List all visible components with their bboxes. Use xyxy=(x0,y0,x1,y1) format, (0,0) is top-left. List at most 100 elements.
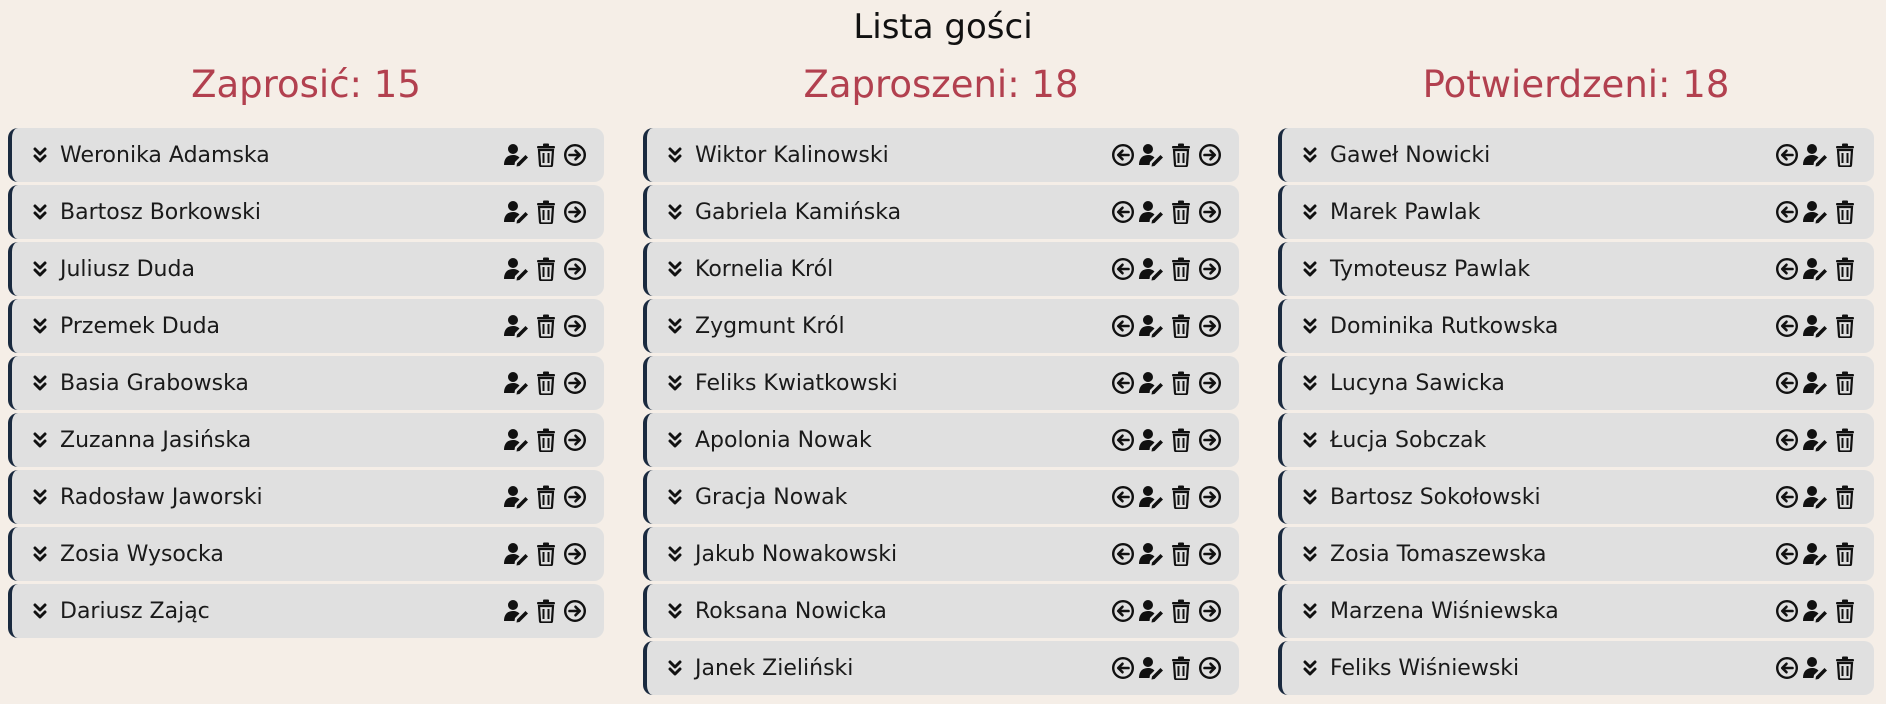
edit-guest-button[interactable] xyxy=(1139,484,1165,510)
move-back-button[interactable] xyxy=(1774,655,1800,681)
chevrons-down-icon[interactable] xyxy=(1300,543,1320,565)
edit-guest-button[interactable] xyxy=(504,370,530,396)
move-back-button[interactable] xyxy=(1774,541,1800,567)
edit-guest-button[interactable] xyxy=(1139,313,1165,339)
chevrons-down-icon[interactable] xyxy=(1300,315,1320,337)
delete-guest-button[interactable] xyxy=(1832,598,1858,624)
chevrons-down-icon[interactable] xyxy=(30,144,50,166)
edit-guest-button[interactable] xyxy=(1139,655,1165,681)
move-back-button[interactable] xyxy=(1110,256,1136,282)
chevrons-down-icon[interactable] xyxy=(665,657,685,679)
edit-guest-button[interactable] xyxy=(504,199,530,225)
edit-guest-button[interactable] xyxy=(504,598,530,624)
chevrons-down-icon[interactable] xyxy=(665,429,685,451)
delete-guest-button[interactable] xyxy=(1832,256,1858,282)
chevrons-down-icon[interactable] xyxy=(665,258,685,280)
move-forward-button[interactable] xyxy=(1197,256,1223,282)
delete-guest-button[interactable] xyxy=(1168,313,1194,339)
move-back-button[interactable] xyxy=(1774,142,1800,168)
move-back-button[interactable] xyxy=(1774,370,1800,396)
chevrons-down-icon[interactable] xyxy=(1300,258,1320,280)
move-back-button[interactable] xyxy=(1774,598,1800,624)
chevrons-down-icon[interactable] xyxy=(30,429,50,451)
edit-guest-button[interactable] xyxy=(1803,484,1829,510)
chevrons-down-icon[interactable] xyxy=(30,201,50,223)
move-forward-button[interactable] xyxy=(1197,142,1223,168)
chevrons-down-icon[interactable] xyxy=(665,600,685,622)
delete-guest-button[interactable] xyxy=(1168,655,1194,681)
delete-guest-button[interactable] xyxy=(1832,199,1858,225)
move-forward-button[interactable] xyxy=(1197,427,1223,453)
move-forward-button[interactable] xyxy=(562,313,588,339)
edit-guest-button[interactable] xyxy=(1803,598,1829,624)
delete-guest-button[interactable] xyxy=(533,484,559,510)
chevrons-down-icon[interactable] xyxy=(30,543,50,565)
move-back-button[interactable] xyxy=(1110,655,1136,681)
edit-guest-button[interactable] xyxy=(1803,199,1829,225)
edit-guest-button[interactable] xyxy=(1139,541,1165,567)
move-forward-button[interactable] xyxy=(562,199,588,225)
move-back-button[interactable] xyxy=(1774,256,1800,282)
move-back-button[interactable] xyxy=(1110,541,1136,567)
delete-guest-button[interactable] xyxy=(1832,484,1858,510)
delete-guest-button[interactable] xyxy=(533,142,559,168)
delete-guest-button[interactable] xyxy=(1168,256,1194,282)
chevrons-down-icon[interactable] xyxy=(30,486,50,508)
delete-guest-button[interactable] xyxy=(1832,541,1858,567)
edit-guest-button[interactable] xyxy=(1139,370,1165,396)
chevrons-down-icon[interactable] xyxy=(665,486,685,508)
edit-guest-button[interactable] xyxy=(504,427,530,453)
delete-guest-button[interactable] xyxy=(533,370,559,396)
chevrons-down-icon[interactable] xyxy=(1300,372,1320,394)
edit-guest-button[interactable] xyxy=(1139,427,1165,453)
delete-guest-button[interactable] xyxy=(1168,598,1194,624)
move-back-button[interactable] xyxy=(1110,142,1136,168)
move-forward-button[interactable] xyxy=(562,142,588,168)
chevrons-down-icon[interactable] xyxy=(1300,201,1320,223)
move-back-button[interactable] xyxy=(1774,199,1800,225)
delete-guest-button[interactable] xyxy=(533,199,559,225)
edit-guest-button[interactable] xyxy=(1803,313,1829,339)
move-back-button[interactable] xyxy=(1774,427,1800,453)
edit-guest-button[interactable] xyxy=(1139,598,1165,624)
edit-guest-button[interactable] xyxy=(504,541,530,567)
move-forward-button[interactable] xyxy=(1197,541,1223,567)
move-back-button[interactable] xyxy=(1110,199,1136,225)
move-forward-button[interactable] xyxy=(1197,370,1223,396)
delete-guest-button[interactable] xyxy=(1832,655,1858,681)
edit-guest-button[interactable] xyxy=(504,313,530,339)
edit-guest-button[interactable] xyxy=(1803,541,1829,567)
move-forward-button[interactable] xyxy=(1197,199,1223,225)
chevrons-down-icon[interactable] xyxy=(1300,657,1320,679)
edit-guest-button[interactable] xyxy=(1139,256,1165,282)
delete-guest-button[interactable] xyxy=(1168,484,1194,510)
move-forward-button[interactable] xyxy=(562,370,588,396)
delete-guest-button[interactable] xyxy=(1168,142,1194,168)
chevrons-down-icon[interactable] xyxy=(665,372,685,394)
chevrons-down-icon[interactable] xyxy=(1300,429,1320,451)
edit-guest-button[interactable] xyxy=(1803,370,1829,396)
delete-guest-button[interactable] xyxy=(1832,427,1858,453)
delete-guest-button[interactable] xyxy=(533,256,559,282)
chevrons-down-icon[interactable] xyxy=(1300,600,1320,622)
delete-guest-button[interactable] xyxy=(1832,370,1858,396)
move-forward-button[interactable] xyxy=(1197,484,1223,510)
chevrons-down-icon[interactable] xyxy=(30,315,50,337)
chevrons-down-icon[interactable] xyxy=(30,600,50,622)
delete-guest-button[interactable] xyxy=(533,313,559,339)
move-forward-button[interactable] xyxy=(562,541,588,567)
chevrons-down-icon[interactable] xyxy=(665,144,685,166)
move-forward-button[interactable] xyxy=(1197,313,1223,339)
move-forward-button[interactable] xyxy=(562,256,588,282)
chevrons-down-icon[interactable] xyxy=(30,372,50,394)
delete-guest-button[interactable] xyxy=(533,427,559,453)
edit-guest-button[interactable] xyxy=(504,484,530,510)
edit-guest-button[interactable] xyxy=(504,142,530,168)
move-back-button[interactable] xyxy=(1110,313,1136,339)
move-back-button[interactable] xyxy=(1110,370,1136,396)
edit-guest-button[interactable] xyxy=(1139,199,1165,225)
move-forward-button[interactable] xyxy=(1197,655,1223,681)
delete-guest-button[interactable] xyxy=(1832,142,1858,168)
delete-guest-button[interactable] xyxy=(1832,313,1858,339)
delete-guest-button[interactable] xyxy=(1168,427,1194,453)
